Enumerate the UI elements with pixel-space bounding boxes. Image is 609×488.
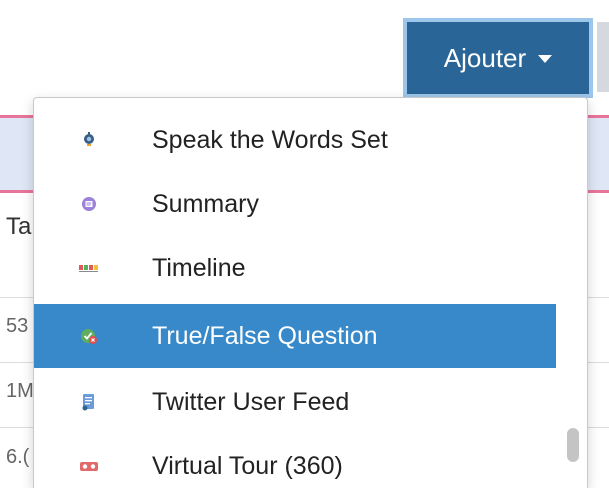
twitter-feed-icon [79, 392, 99, 412]
true-false-icon [79, 326, 99, 346]
table-cell: 1M [6, 380, 34, 402]
add-button-label: Ajouter [443, 42, 527, 73]
dropdown-item-virtual-tour-360[interactable]: Virtual Tour (360) [34, 434, 556, 488]
secondary-button-edge[interactable] [597, 22, 609, 92]
table-column-header: Ta [6, 213, 32, 240]
table-cell: 53 [6, 315, 29, 337]
dropdown-item-label: Twitter User Feed [152, 387, 350, 416]
dropdown-item-label: Speak the Words Set [152, 125, 388, 154]
virtual-tour-icon [79, 456, 99, 476]
dropdown-item-label: True/False Question [152, 321, 378, 350]
dropdown-item-label: Virtual Tour (360) [152, 451, 343, 480]
dropdown-item-label: Summary [152, 189, 259, 218]
table-cell: 6.( [6, 446, 30, 468]
content-type-dropdown: Speak the Words Set Summary Timeline Tru… [33, 97, 588, 488]
dropdown-item-true-false-question[interactable]: True/False Question [34, 304, 556, 368]
timeline-icon [79, 258, 99, 278]
summary-icon [79, 194, 99, 214]
microphone-icon [79, 130, 99, 150]
dropdown-item-speak-the-words-set[interactable]: Speak the Words Set [34, 108, 556, 172]
dropdown-item-timeline[interactable]: Timeline [34, 236, 556, 300]
add-content-button[interactable]: Ajouter [403, 18, 593, 98]
caret-down-icon [538, 55, 553, 63]
dropdown-item-summary[interactable]: Summary [34, 172, 556, 236]
dropdown-scrollbar-thumb[interactable] [567, 428, 579, 462]
dropdown-item-twitter-user-feed[interactable]: Twitter User Feed [34, 370, 556, 434]
dropdown-item-label: Timeline [152, 253, 246, 282]
